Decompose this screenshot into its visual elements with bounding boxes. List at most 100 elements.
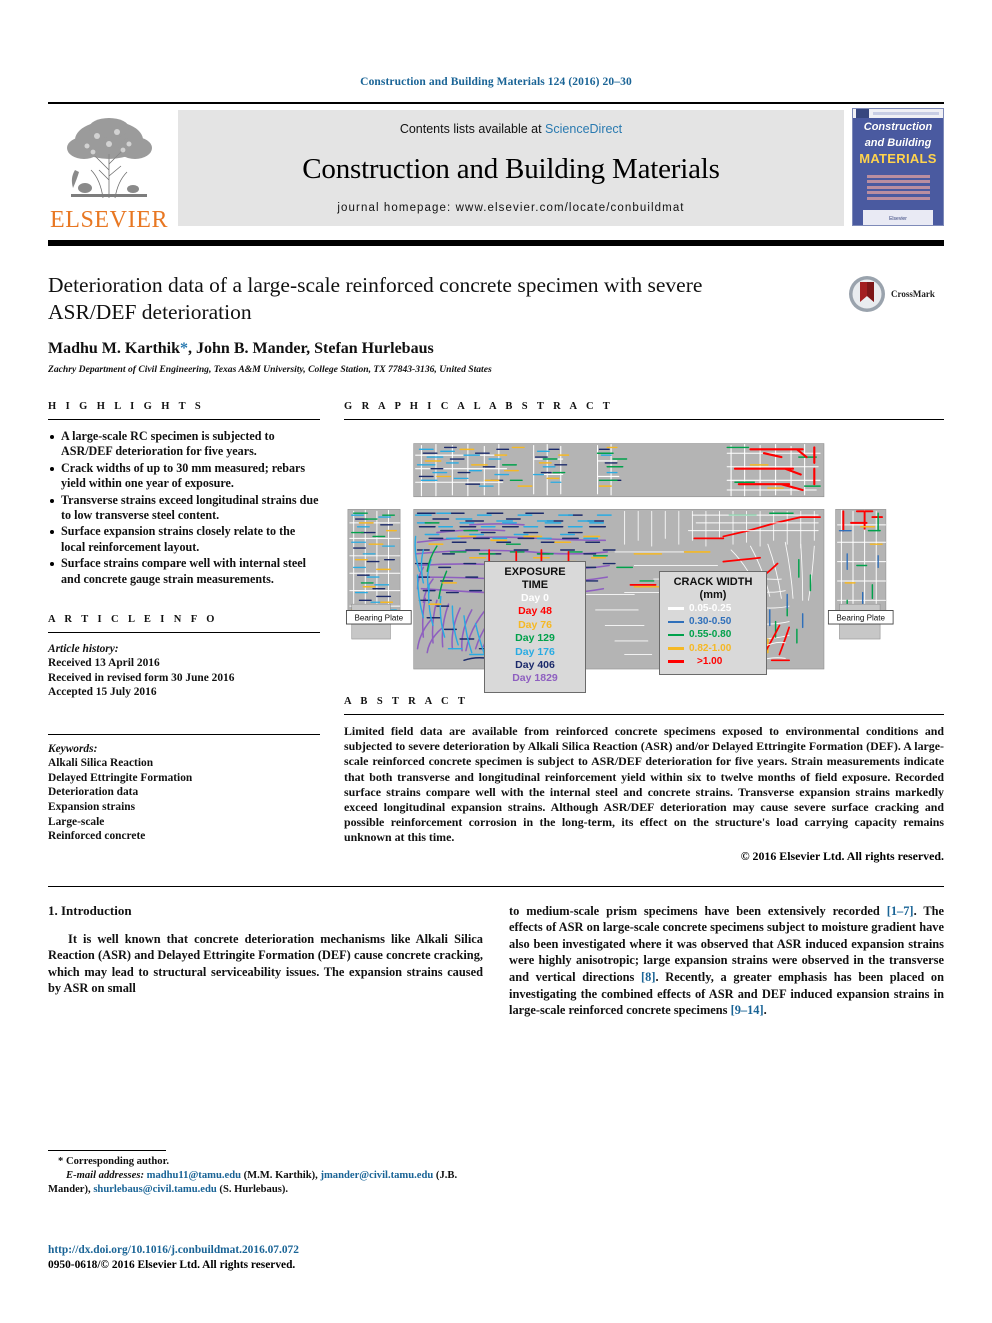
legend-entry-day0: Day 0 — [520, 592, 550, 604]
exposure-legend-title: EXPOSURE TIME — [504, 566, 566, 591]
legend-entry-day176: Day 176 — [515, 645, 555, 658]
legend-entry-day406: Day 406 — [515, 659, 555, 672]
legend-entry-day129: Day 129 — [515, 632, 555, 645]
crossmark-label: CrossMark — [891, 289, 935, 299]
footnote-block: * Corresponding author. E-mail addresses… — [48, 1150, 500, 1197]
article-page: Construction and Building Materials 124 … — [0, 0, 992, 1323]
swatch-red — [668, 659, 684, 664]
keywords-rule — [48, 733, 320, 735]
right-column: G R A P H I C A L A B S T R A C T Bearin… — [344, 401, 944, 864]
body-column-right: to medium-scale prism specimens have bee… — [509, 903, 944, 1019]
journal-homepage-line[interactable]: journal homepage: www.elsevier.com/locat… — [337, 202, 684, 214]
issn-copyright-line: 0950-0618/© 2016 Elsevier Ltd. All right… — [48, 1258, 296, 1271]
cover-footer-text: Elsevier — [889, 216, 907, 222]
body-column-left: 1. Introduction It is well known that co… — [48, 903, 483, 1019]
doi-link[interactable]: http://dx.doi.org/10.1016/j.conbuildmat.… — [48, 1243, 299, 1258]
swatch-gold — [668, 646, 684, 650]
cover-line-3: MATERIALS — [859, 151, 937, 166]
corresponding-author-marker[interactable]: * — [180, 340, 188, 357]
title-block: Deterioration data of a large-scale rein… — [48, 272, 944, 375]
legend-entry-day1829: Day 1829 — [512, 672, 558, 685]
footnote-rule — [48, 1150, 166, 1151]
elsevier-logo: ELSEVIER — [48, 104, 170, 232]
graphical-abstract-rule — [344, 419, 944, 420]
keyword-item: Deterioration data — [48, 786, 139, 799]
journal-banner: Contents lists available at ScienceDirec… — [178, 110, 844, 226]
affiliation: Zachry Department of Civil Engineering, … — [48, 364, 492, 375]
left-column: H I G H L I G H T S A large-scale RC spe… — [48, 401, 320, 864]
section-heading-introduction: 1. Introduction — [48, 902, 132, 918]
abstract-body: Limited field data are available from re… — [344, 724, 944, 845]
crack-entry-2: 0.30-0.50 — [668, 615, 758, 628]
article-history: Article history: Received 13 April 2016 … — [48, 642, 320, 700]
history-revised: Received in revised form 30 June 2016 — [48, 671, 235, 684]
list-item: Transverse strains exceed longitudinal s… — [48, 493, 320, 524]
keywords-block: Keywords: Alkali Silica Reaction Delayed… — [48, 742, 320, 844]
keyword-item: Delayed Ettringite Formation — [48, 771, 193, 784]
section-divider-rule — [48, 885, 944, 887]
keyword-item: Large-scale — [48, 815, 105, 828]
article-history-label: Article history: — [48, 643, 119, 656]
contents-lists-line: Contents lists available at ScienceDirec… — [400, 122, 622, 136]
crack-entry-5: >1.00 — [668, 655, 758, 668]
introduction-paragraph-1: It is well known that concrete deteriora… — [48, 931, 483, 996]
journal-title: Construction and Building Materials — [302, 152, 720, 185]
body-columns: 1. Introduction It is well known that co… — [48, 903, 944, 1019]
running-head: Construction and Building Materials 124 … — [360, 76, 632, 88]
masthead-bottom-rule — [48, 240, 944, 246]
crack-legend-unit: (mm) — [699, 589, 727, 601]
cover-footer-panel: Elsevier — [862, 210, 934, 225]
crack-width-legend: CRACK WIDTH (mm) 0.05-0.25 0.30-0.50 0.5… — [659, 571, 767, 676]
author-list: Madhu M. Karthik*, John B. Mander, Stefa… — [48, 340, 944, 358]
email-owner-3: (S. Hurlebaus). — [216, 1184, 289, 1195]
elsevier-tree-icon — [67, 118, 152, 199]
page-title: Deterioration data of a large-scale rein… — [48, 273, 703, 324]
history-accepted: Accepted 15 July 2016 — [48, 686, 157, 699]
crack-legend-title: CRACK WIDTH — [673, 576, 753, 588]
abstract-rule — [344, 714, 944, 715]
email-link-2[interactable]: jmander@civil.tamu.edu — [320, 1170, 433, 1181]
cover-blurb — [866, 172, 930, 202]
article-info-rule — [48, 632, 320, 634]
intro-text-segment: to medium-scale prism specimens have bee… — [509, 903, 887, 918]
list-item: Surface expansion strains closely relate… — [48, 524, 320, 555]
article-info-heading: A R T I C L E I N F O — [48, 614, 218, 626]
list-item: Surface strains compare well with intern… — [48, 556, 320, 587]
history-received: Received 13 April 2016 — [48, 657, 160, 670]
graphical-abstract-figure: Bearing Plate Bearing Plate EXPOSURE TIM… — [344, 430, 944, 693]
crack-entry-3: 0.55-0.80 — [668, 628, 758, 641]
sciencedirect-link[interactable]: ScienceDirect — [545, 122, 622, 136]
corresponding-author-note: * Corresponding author. E-mail addresses… — [48, 1155, 500, 1197]
abstract-copyright: © 2016 Elsevier Ltd. All rights reserved… — [740, 848, 944, 863]
reference-link[interactable]: [8] — [641, 970, 655, 984]
journal-masthead: ELSEVIER Contents lists available at Sci… — [48, 102, 944, 232]
keyword-item: Reinforced concrete — [48, 830, 146, 843]
contents-prefix: Contents lists available at — [399, 122, 546, 136]
reference-link[interactable]: [1–7] — [887, 904, 914, 918]
email-addresses-line: E-mail addresses: madhu11@tamu.edu (M.M.… — [48, 1169, 500, 1197]
highlights-rule — [48, 419, 320, 420]
elsevier-wordmark: ELSEVIER — [49, 207, 169, 233]
crack-map-diagram: Bearing Plate Bearing Plate — [345, 443, 894, 670]
crack-entry-4: 0.82-1.00 — [668, 642, 758, 655]
graphical-abstract-heading: G R A P H I C A L A B S T R A C T — [344, 401, 614, 412]
legend-entry-day76: Day 76 — [518, 618, 552, 631]
highlights-list: A large-scale RC specimen is subjected t… — [48, 429, 320, 587]
reference-link[interactable]: [9–14] — [731, 1003, 764, 1017]
highlights-heading: H I G H L I G H T S — [48, 401, 205, 412]
email-link-3[interactable]: shurlebaus@civil.tamu.edu — [93, 1184, 216, 1195]
list-item: A large-scale RC specimen is subjected t… — [48, 429, 320, 460]
crossmark-icon — [849, 276, 885, 312]
swatch-white — [668, 607, 684, 610]
crack-entry-1: 0.05-0.25 — [668, 602, 758, 615]
info-area: H I G H L I G H T S A large-scale RC spe… — [48, 401, 944, 864]
email-owner-1: (M.M. Karthik), — [240, 1170, 321, 1181]
email-addresses-label: E-mail addresses: — [66, 1170, 144, 1181]
list-item: Crack widths of up to 30 mm measured; re… — [48, 461, 320, 492]
email-link-1[interactable]: madhu11@tamu.edu — [147, 1170, 241, 1181]
doi-block: http://dx.doi.org/10.1016/j.conbuildmat.… — [48, 1243, 299, 1272]
author-first: Madhu M. Karthik — [48, 340, 181, 357]
crossmark-badge[interactable]: CrossMark — [848, 274, 944, 314]
journal-cover-thumbnail: Construction and Building MATERIALS Else… — [852, 108, 944, 226]
keywords-label: Keywords: — [48, 742, 98, 755]
